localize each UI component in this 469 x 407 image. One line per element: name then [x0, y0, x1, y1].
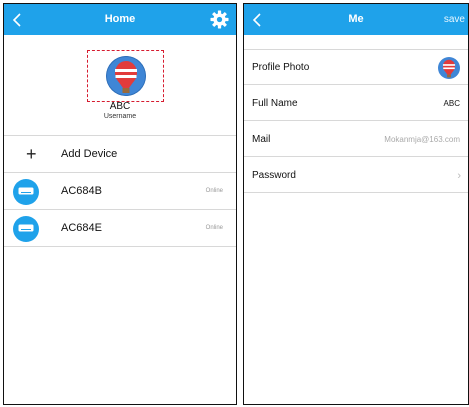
device-status: Online	[205, 225, 223, 231]
plus-icon: +	[26, 144, 37, 164]
mail-row[interactable]: Mail Mokanmja@163.com	[244, 122, 468, 157]
profile-photo-row[interactable]: Profile Photo	[244, 50, 468, 85]
avatar[interactable]	[106, 56, 146, 96]
hot-air-balloon-icon[interactable]	[438, 57, 460, 79]
page-title: Me	[348, 13, 364, 25]
me-screen: Me save Profile Photo Full Name ABC Mail…	[243, 3, 469, 405]
password-row[interactable]: Password ›	[244, 158, 468, 193]
save-button[interactable]: save	[444, 4, 465, 35]
chevron-right-icon: ›	[457, 170, 461, 182]
profile-name: ABC	[109, 101, 131, 112]
device-name: AC684B	[61, 185, 102, 197]
device-status: Online	[205, 188, 223, 194]
row-label: Profile Photo	[252, 62, 310, 73]
full-name-row[interactable]: Full Name ABC	[244, 86, 468, 121]
device-row-ac684b[interactable]: AC684B Online	[4, 174, 236, 209]
home-navbar: Home	[4, 4, 236, 35]
divider	[4, 209, 236, 210]
page-title: Home	[104, 13, 136, 25]
full-name-value: ABC	[443, 99, 460, 108]
add-device-label: Add Device	[61, 148, 118, 160]
gear-icon[interactable]	[210, 10, 229, 29]
row-label: Password	[252, 170, 296, 181]
divider	[4, 135, 236, 136]
home-screen: Home ABC Username + Add Device AC684B On…	[3, 3, 237, 405]
air-conditioner-icon	[13, 179, 39, 205]
add-device-button[interactable]: + Add Device	[4, 137, 236, 172]
hot-air-balloon-icon	[106, 56, 146, 96]
row-label: Mail	[252, 134, 271, 145]
me-navbar: Me save	[244, 4, 468, 35]
device-row-ac684e[interactable]: AC684E Online	[4, 211, 236, 246]
divider	[4, 246, 236, 247]
air-conditioner-icon	[13, 216, 39, 242]
row-label: Full Name	[252, 98, 298, 109]
mail-value: Mokanmja@163.com	[384, 135, 460, 144]
device-name: AC684E	[61, 222, 102, 234]
divider	[4, 172, 236, 173]
profile-username-label: Username	[103, 113, 137, 120]
profile-avatar-highlight[interactable]	[87, 50, 164, 102]
